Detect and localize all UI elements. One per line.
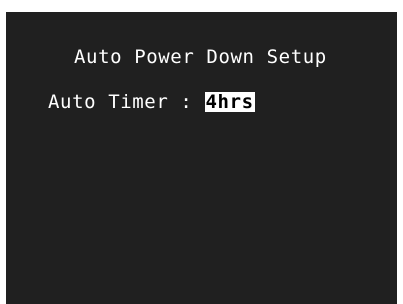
osd-screen: Auto Power Down Setup Auto Timer : 4hrs xyxy=(6,12,397,304)
page-title: Auto Power Down Setup xyxy=(74,46,327,68)
auto-timer-separator: : xyxy=(168,91,205,113)
auto-timer-row[interactable]: Auto Timer : 4hrs xyxy=(48,91,255,113)
auto-timer-value[interactable]: 4hrs xyxy=(204,92,255,112)
auto-timer-label: Auto Timer xyxy=(48,91,169,113)
display-frame: Auto Power Down Setup Auto Timer : 4hrs xyxy=(0,0,403,304)
